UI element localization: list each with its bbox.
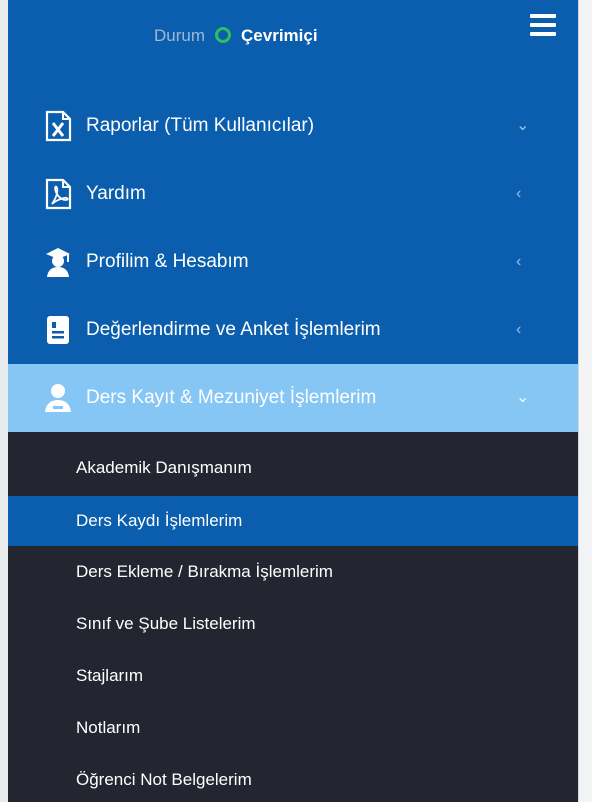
menu-item-raporlar[interactable]: Raporlar (Tüm Kullanıcılar) ⌄ (8, 92, 578, 160)
online-status-icon (215, 27, 232, 43)
chevron-down-icon: ⌄ (516, 389, 530, 406)
chevron-left-icon: ‹ (516, 185, 522, 202)
submenu-item-ogrenci-not-belgelerim[interactable]: Öğrenci Not Belgelerim (8, 755, 578, 802)
survey-icon (47, 316, 69, 344)
chevron-down-icon: ⌄ (516, 117, 530, 134)
submenu-item-stajlarim[interactable]: Stajlarım (8, 651, 578, 701)
status-value: Çevrimiçi (241, 26, 318, 45)
menu-item-profilim[interactable]: Profilim & Hesabım ‹ (8, 228, 578, 296)
chevron-left-icon: ‹ (516, 253, 522, 270)
menu-item-degerlendirme[interactable]: Değerlendirme ve Anket İşlemlerim ‹ (8, 296, 578, 364)
status-label: Durum (154, 26, 206, 45)
graduate-icon (46, 248, 70, 277)
pdf-file-icon (45, 178, 72, 210)
submenu-item-akademik-danismanim[interactable]: Akademik Danışmanım (8, 443, 578, 493)
menu-item-label: Raporlar (Tüm Kullanıcılar) (86, 115, 315, 136)
menu-item-label: Yardım (86, 183, 146, 204)
chevron-left-icon: ‹ (516, 321, 522, 338)
student-icon (45, 384, 71, 412)
submenu-item-ders-ekleme-birakma[interactable]: Ders Ekleme / Bırakma İşlemlerim (8, 547, 578, 597)
sidebar: Durum Çevrimiçi Raporlar (Tüm Kullanıcıla… (8, 0, 578, 802)
submenu-item-ders-kaydi[interactable]: Ders Kaydı İşlemlerim (8, 496, 578, 546)
hamburger-menu-icon[interactable] (530, 14, 556, 36)
submenu-item-sinif-sube-listelerim[interactable]: Sınıf ve Şube Listelerim (8, 599, 578, 649)
menu-item-ders-kayit[interactable]: Ders Kayıt & Mezuniyet İşlemlerim ⌄ (8, 364, 578, 432)
submenu-item-notlarim[interactable]: Notlarım (8, 703, 578, 753)
window-edge (0, 0, 8, 802)
excel-file-icon (45, 110, 72, 142)
menu-item-yardim[interactable]: Yardım ‹ (8, 160, 578, 228)
scrollbar[interactable] (578, 0, 592, 802)
menu-item-label: Değerlendirme ve Anket İşlemlerim (86, 319, 381, 340)
menu-item-label: Profilim & Hesabım (86, 251, 249, 272)
submenu: Akademik Danışmanım Ders Kaydı İşlemleri… (8, 432, 578, 802)
status-indicator: Durum Çevrimiçi (154, 22, 318, 50)
menu-item-label: Ders Kayıt & Mezuniyet İşlemlerim (86, 387, 377, 408)
